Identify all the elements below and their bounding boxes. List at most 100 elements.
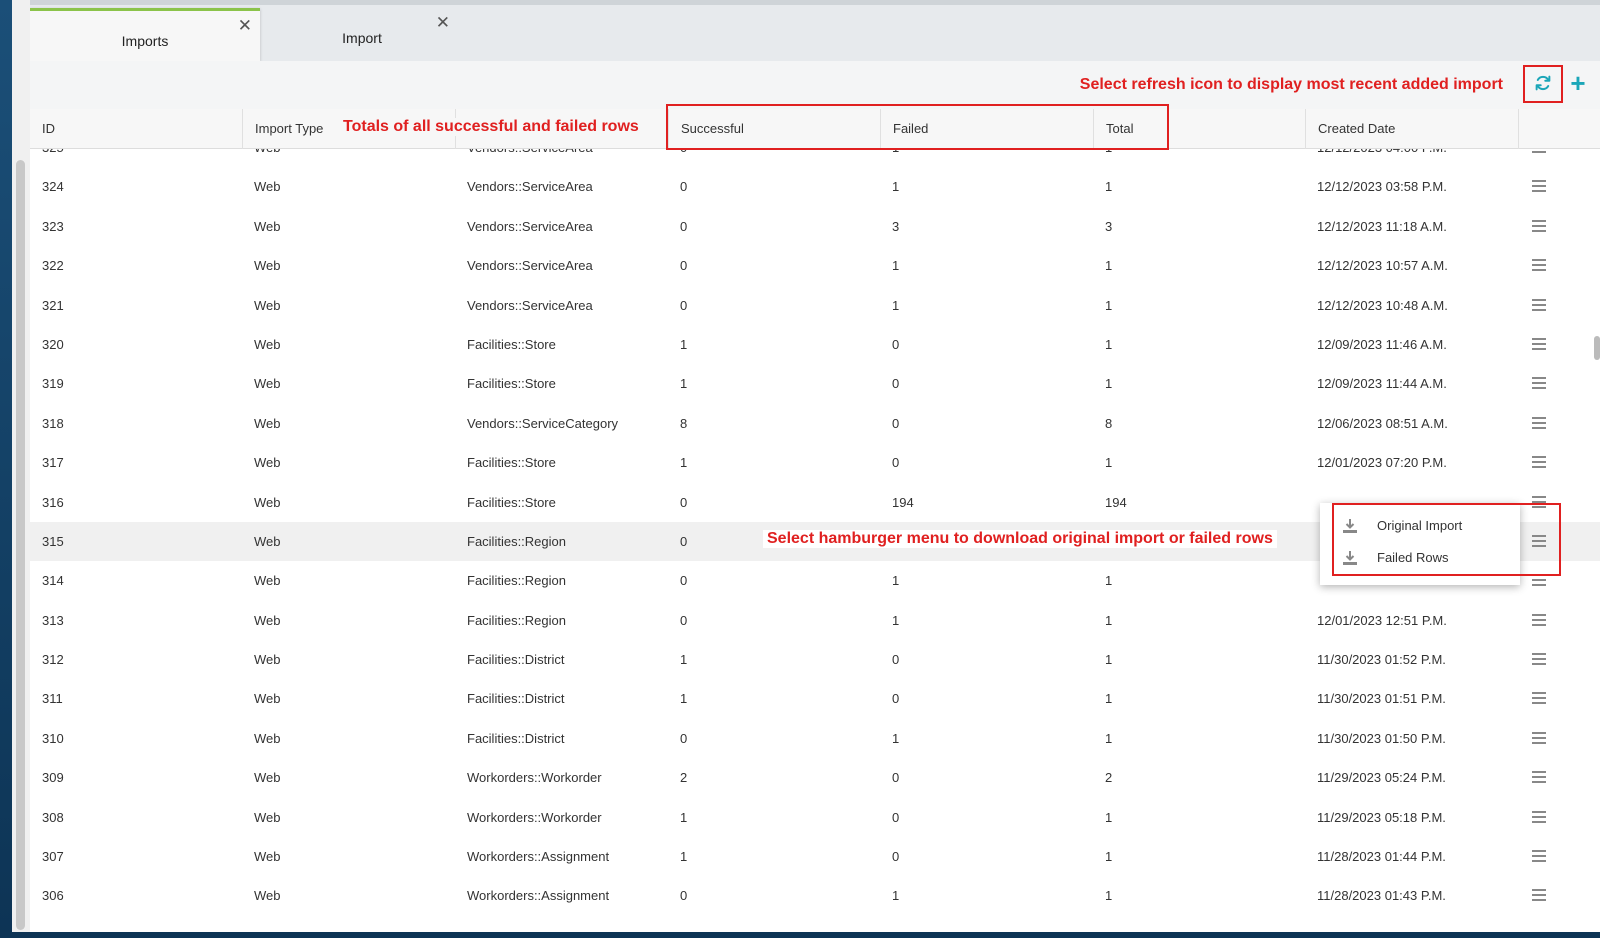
- table-row[interactable]: 310 Web Facilities::District 0 1 1 11/30/2023 …: [30, 719, 1600, 758]
- cell-successful: 1: [680, 376, 688, 392]
- cell-created-date: 11/29/2023 05:18 P.M.: [1317, 809, 1446, 825]
- table-scrollbar[interactable]: [1592, 150, 1600, 932]
- hamburger-icon[interactable]: [1532, 416, 1546, 429]
- cell-import-type: Web: [254, 336, 281, 352]
- cell-failed: 1: [880, 149, 1093, 167]
- table-row[interactable]: 311 Web Facilities::District 1 0 1 11/30/2023 …: [30, 679, 1600, 718]
- table-row[interactable]: 307 Web Workorders::Assignment 1 0 1 11/28/202…: [30, 837, 1600, 876]
- table-scrollbar-thumb[interactable]: [1594, 336, 1600, 360]
- tab-imports[interactable]: Imports ✕: [30, 8, 260, 61]
- cell-id: 309: [42, 770, 64, 786]
- table-row[interactable]: 319 Web Facilities::Store 1 0 1 12/09/2023 11:…: [30, 364, 1600, 403]
- table-row[interactable]: 325WebVendors::ServiceArea01112/12/2023 …: [30, 149, 1600, 167]
- column-header-id[interactable]: ID: [30, 109, 242, 149]
- table-row[interactable]: 324 Web Vendors::ServiceArea 0 1 1 12/12/2023 …: [30, 167, 1600, 206]
- hamburger-icon[interactable]: [1532, 298, 1546, 311]
- hamburger-icon[interactable]: [1532, 653, 1546, 666]
- hamburger-icon[interactable]: [1532, 180, 1546, 193]
- tab-label: Imports: [121, 33, 169, 49]
- cell-id: 318: [42, 415, 64, 431]
- column-header-created-date[interactable]: Created Date: [1305, 109, 1518, 149]
- table-row[interactable]: 313 Web Facilities::Region 0 1 1 12/01/2023 12…: [30, 601, 1600, 640]
- cell-total: 3: [1105, 218, 1113, 234]
- cell-model: Workorders::Workorder: [467, 770, 602, 786]
- hamburger-icon[interactable]: [1532, 810, 1546, 823]
- cell-failed: 0: [892, 415, 900, 431]
- outer-scrollbar[interactable]: [12, 0, 30, 938]
- cell-successful: 1: [680, 455, 688, 471]
- cell-created-date: 12/06/2023 08:51 A.M.: [1317, 415, 1448, 431]
- cell-id: 317: [42, 455, 64, 471]
- cell-import-type: Web: [254, 533, 281, 549]
- cell-successful: 0: [680, 494, 688, 510]
- cell-successful: 0: [680, 218, 688, 234]
- table-row[interactable]: 322 Web Vendors::ServiceArea 0 1 1 12/12/2023 …: [30, 246, 1600, 285]
- cell-model: Facilities::Region: [467, 573, 566, 589]
- cell-import-type: Web: [254, 258, 281, 274]
- window-left-edge: [0, 0, 12, 938]
- hamburger-icon[interactable]: [1532, 574, 1546, 587]
- hamburger-icon[interactable]: [1532, 219, 1546, 232]
- cell-id: 322: [42, 258, 64, 274]
- hamburger-icon[interactable]: [1532, 731, 1546, 744]
- cell-model: Facilities::Store: [467, 376, 556, 392]
- cell-id: 325: [30, 149, 242, 167]
- cell-model: Facilities::District: [467, 730, 565, 746]
- cell-model: Vendors::ServiceArea: [467, 218, 593, 234]
- cell-id: 321: [42, 297, 64, 313]
- hamburger-icon[interactable]: [1532, 613, 1546, 626]
- hamburger-icon[interactable]: [1532, 377, 1546, 390]
- hamburger-icon[interactable]: [1532, 456, 1546, 469]
- cell-total: 1: [1105, 730, 1113, 746]
- table-row[interactable]: 323 Web Vendors::ServiceArea 0 3 3 12/12/2023 …: [30, 207, 1600, 246]
- cell-successful: 0: [680, 179, 688, 195]
- table-row[interactable]: 309 Web Workorders::Workorder 2 0 2 11/29/2023…: [30, 758, 1600, 797]
- cell-failed: 0: [892, 691, 900, 707]
- hamburger-icon[interactable]: [1532, 889, 1546, 902]
- cell-import-type: Web: [254, 455, 281, 471]
- table-row[interactable]: 308 Web Workorders::Workorder 1 0 1 11/29/2023…: [30, 798, 1600, 837]
- cell-import-type: Web: [254, 691, 281, 707]
- hamburger-icon[interactable]: [1532, 149, 1546, 153]
- hamburger-icon[interactable]: [1532, 259, 1546, 272]
- hamburger-icon[interactable]: [1532, 337, 1546, 350]
- cell-failed: 1: [892, 297, 900, 313]
- plus-icon[interactable]: +: [1568, 69, 1588, 97]
- cell-import-type: Web: [254, 415, 281, 431]
- cell-created-date: 12/12/2023 10:57 A.M.: [1317, 258, 1448, 274]
- tab-import[interactable]: Import ✕: [262, 8, 462, 61]
- cell-failed: 0: [892, 809, 900, 825]
- annotation-menu-box: [1332, 503, 1561, 576]
- table-row[interactable]: 312 Web Facilities::District 1 0 1 11/30/2023 …: [30, 640, 1600, 679]
- table-row[interactable]: 317 Web Facilities::Store 1 0 1 12/01/2023 07:…: [30, 443, 1600, 482]
- cell-model: Facilities::District: [467, 652, 565, 668]
- hamburger-icon[interactable]: [1532, 850, 1546, 863]
- outer-scrollbar-thumb[interactable]: [16, 160, 25, 930]
- cell-successful: 0: [680, 258, 688, 274]
- cell-import-type: Web: [254, 612, 281, 628]
- cell-successful: 1: [680, 336, 688, 352]
- table-row[interactable]: 320 Web Facilities::Store 1 0 1 12/09/2023 11:…: [30, 325, 1600, 364]
- cell-failed: 1: [892, 888, 900, 904]
- cell-total: 1: [1105, 691, 1113, 707]
- table-row[interactable]: 321 Web Vendors::ServiceArea 0 1 1 12/12/2023 …: [30, 286, 1600, 325]
- close-icon[interactable]: ✕: [238, 17, 252, 34]
- cell-id: 324: [42, 179, 64, 195]
- cell-created-date: 11/30/2023 01:52 P.M.: [1317, 652, 1446, 668]
- refresh-icon[interactable]: [1534, 74, 1552, 92]
- cell-id: 308: [42, 809, 64, 825]
- cell-id: 320: [42, 336, 64, 352]
- annotation-menu: Select hamburger menu to download origin…: [763, 530, 1277, 548]
- hamburger-icon[interactable]: [1532, 771, 1546, 784]
- cell-total: 1: [1105, 612, 1113, 628]
- table-row[interactable]: 318 Web Vendors::ServiceCategory 8 0 8 12/06/2…: [30, 404, 1600, 443]
- cell-failed: 1: [892, 573, 900, 589]
- cell-successful: 0: [680, 730, 688, 746]
- table-row[interactable]: 306 Web Workorders::Assignment 0 1 1 11/28/202…: [30, 876, 1600, 915]
- hamburger-icon[interactable]: [1532, 692, 1546, 705]
- cell-id: 307: [42, 849, 64, 865]
- cell-failed: 1: [892, 730, 900, 746]
- cell-id: 314: [42, 573, 64, 589]
- close-icon[interactable]: ✕: [436, 14, 450, 31]
- cell-successful: 0: [680, 573, 688, 589]
